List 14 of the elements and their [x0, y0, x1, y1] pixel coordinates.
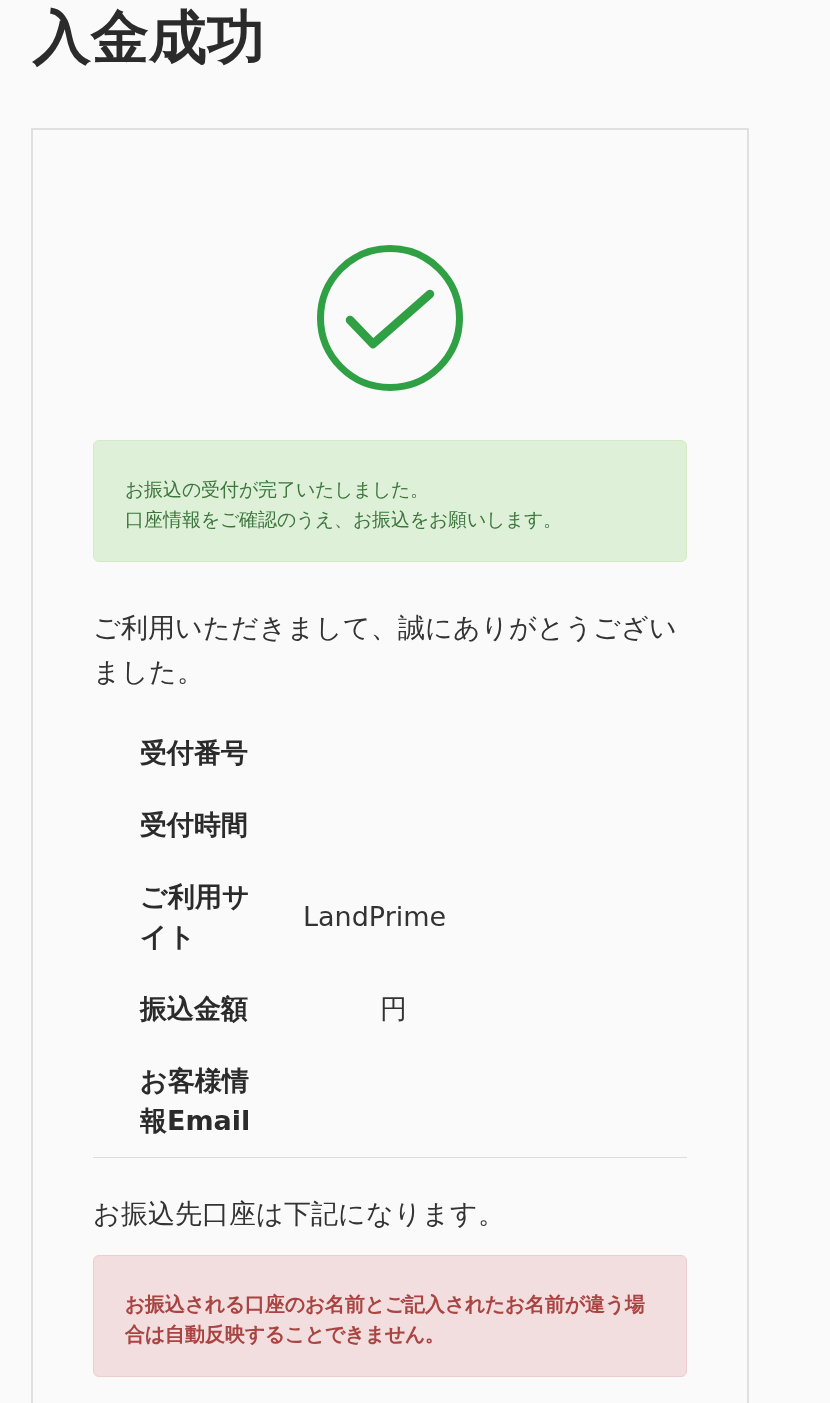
- check-circle-icon: [317, 245, 463, 391]
- alert-text: お振込される口座のお名前とご記入されたお名前が違う場合は自動反映することできません。: [125, 1291, 646, 1348]
- page-title: 入金成功: [33, 2, 265, 72]
- detail-label: 振込金額: [140, 992, 249, 1026]
- detail-value: LandPrime: [303, 900, 447, 934]
- alert-text: お振込の受付が完了いたしました。: [125, 477, 429, 502]
- currency-unit: 円: [380, 992, 407, 1026]
- detail-label: お客様情報Email: [140, 1064, 252, 1138]
- alert-text: 口座情報をご確認のうえ、お振込をお願いします。: [125, 507, 562, 532]
- account-intro: お振込先口座は下記になります。: [93, 1197, 506, 1231]
- detail-label: 受付番号: [140, 736, 249, 770]
- thanks-message: ご利用いただきまして、誠にありがとうございました。: [93, 611, 678, 689]
- detail-label: 受付時間: [140, 808, 249, 842]
- detail-label: ご利用サイト: [140, 880, 251, 954]
